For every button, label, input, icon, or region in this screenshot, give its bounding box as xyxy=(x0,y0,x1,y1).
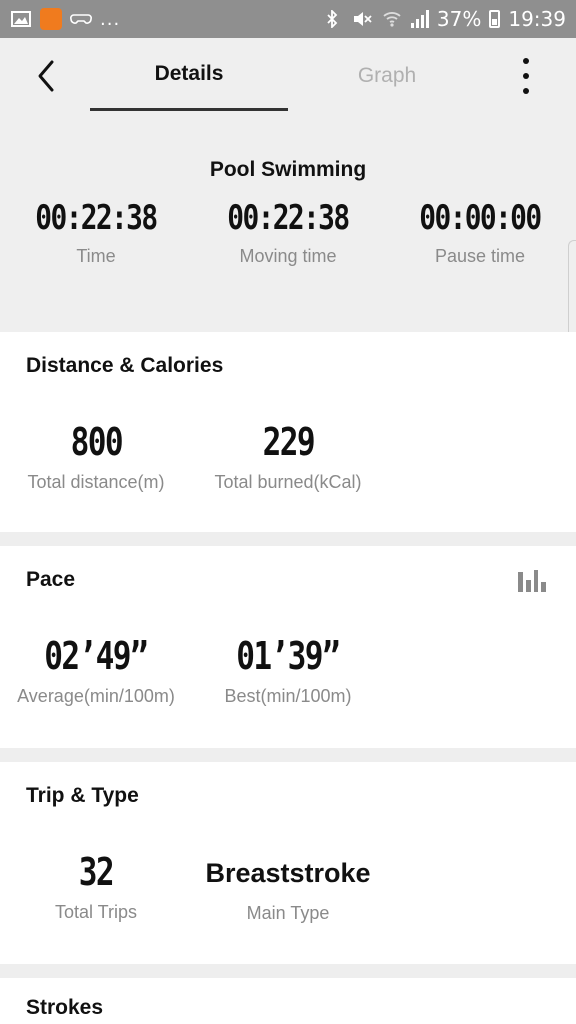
stat-average-pace: 02’49” Average(min/100m) xyxy=(0,634,192,707)
stat-best-pace: 01’39” Best(min/100m) xyxy=(192,634,384,707)
stat-total-trips: 32 Total Trips xyxy=(0,850,192,923)
tab-graph[interactable]: Graph xyxy=(300,64,474,88)
card-pace: Pace 02’49” Average(min/100m) 01’39” Bes… xyxy=(0,546,576,748)
stat-label: Total Trips xyxy=(54,902,138,922)
more-dot-icon xyxy=(523,58,529,64)
stat-value: 00:22:38 xyxy=(227,198,350,238)
card-trip-type: Trip & Type 32 Total Trips Breaststroke … xyxy=(0,762,576,964)
stat-label: Main Type xyxy=(246,903,330,923)
back-button[interactable] xyxy=(30,56,64,96)
battery-icon xyxy=(489,10,501,28)
signal-icon xyxy=(410,10,429,28)
active-tab-indicator xyxy=(90,108,288,111)
stat-label: Total burned(kCal) xyxy=(214,472,362,492)
stat-label: Moving time xyxy=(239,246,337,266)
stat-label: Total distance(m) xyxy=(27,472,165,492)
sport-title: Pool Swimming xyxy=(209,158,367,181)
mute-icon xyxy=(351,10,373,28)
tab-details[interactable]: Details xyxy=(90,62,288,86)
card-title: Distance & Calories xyxy=(26,354,224,377)
workout-summary: Pool Swimming 00:22:38 Time 00:22:38 Mov… xyxy=(0,116,576,332)
stat-total-burned: 229 Total burned(kCal) xyxy=(192,420,384,493)
card-title: Trip & Type xyxy=(26,784,139,807)
stat-pause-time: 00:00:00 Pause time xyxy=(384,198,576,267)
stat-value: 800 xyxy=(70,420,123,464)
game-controller-icon xyxy=(70,10,92,28)
card-strokes: Strokes xyxy=(0,978,576,1024)
stat-label: Time xyxy=(76,246,116,266)
stat-value: 02’49” xyxy=(44,634,149,678)
more-options-button[interactable] xyxy=(512,58,540,94)
stat-moving-time: 00:22:38 Moving time xyxy=(192,198,384,267)
bluetooth-icon xyxy=(321,10,343,28)
stat-time: 00:22:38 Time xyxy=(0,198,192,267)
battery-percent: 37% xyxy=(436,7,482,31)
stat-label: Average(min/100m) xyxy=(17,686,175,706)
wifi-icon xyxy=(381,10,403,28)
bar-chart-icon[interactable] xyxy=(518,570,546,592)
card-title: Strokes xyxy=(26,996,104,1019)
more-dot-icon xyxy=(523,88,529,94)
stat-main-type: Breaststroke Main Type xyxy=(192,858,384,924)
stat-label: Pause time xyxy=(434,246,526,266)
stat-label: Best(min/100m) xyxy=(224,686,352,706)
stat-value: 00:22:38 xyxy=(35,198,158,238)
stat-value: 01’39” xyxy=(236,634,341,678)
stat-value: Breaststroke xyxy=(205,858,371,888)
more-notifications: ... xyxy=(100,8,121,30)
status-bar-left: ... xyxy=(10,8,120,30)
status-time: 19:39 xyxy=(508,7,566,31)
stat-value: 32 xyxy=(78,850,115,894)
card-distance-calories: Distance & Calories 800 Total distance(m… xyxy=(0,332,576,532)
stat-value: 229 xyxy=(262,420,315,464)
app-icon xyxy=(40,8,62,30)
status-bar-right: 37% 19:39 xyxy=(321,7,566,31)
status-bar: ... 37% 19:39 xyxy=(0,0,576,38)
stat-total-distance: 800 Total distance(m) xyxy=(0,420,192,493)
card-title: Pace xyxy=(26,568,76,591)
image-icon xyxy=(10,10,32,28)
chevron-left-icon xyxy=(38,60,54,92)
stat-value: 00:00:00 xyxy=(419,198,542,238)
app-header: Details Graph xyxy=(0,38,576,116)
more-dot-icon xyxy=(523,73,529,79)
